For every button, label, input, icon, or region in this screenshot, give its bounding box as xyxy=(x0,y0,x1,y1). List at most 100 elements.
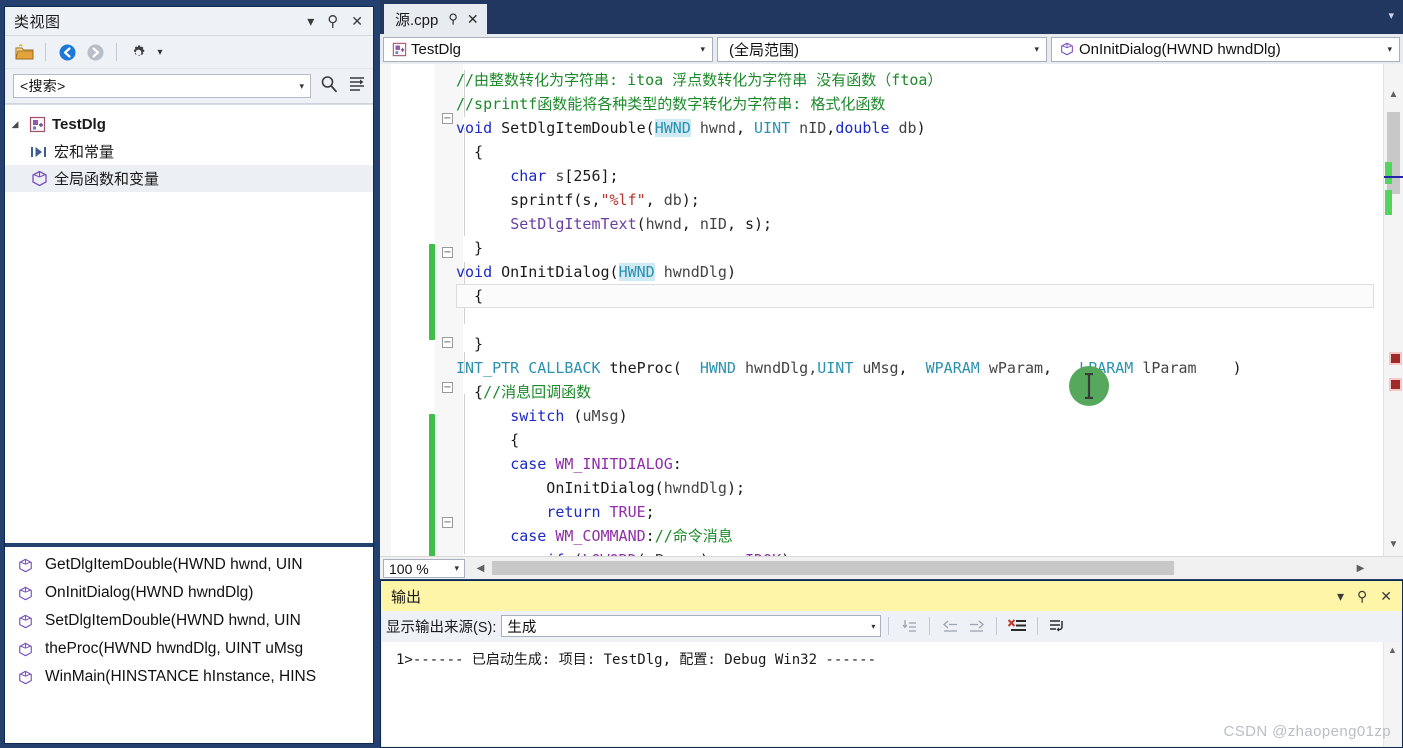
search-icon[interactable] xyxy=(319,74,339,99)
list-item[interactable]: GetDlgItemDouble(HWND hwnd, UIN xyxy=(5,551,373,579)
close-icon[interactable]: ✕ xyxy=(467,11,479,28)
toolbar-separator xyxy=(116,43,117,61)
error-marker xyxy=(1389,378,1402,391)
fold-toggle[interactable]: − xyxy=(442,247,453,258)
navbar-member-dropdown[interactable]: OnInitDialog(HWND hwndDlg) ▾ xyxy=(1051,36,1400,62)
tree-item-testdlg[interactable]: ◢ TestDlg xyxy=(5,111,373,138)
gear-icon[interactable] xyxy=(125,40,151,64)
project-icon xyxy=(389,42,409,57)
output-line: 1>------ 已启动生成: 项目: TestDlg, 配置: Debug W… xyxy=(396,652,877,668)
project-icon xyxy=(25,116,49,133)
back-icon[interactable] xyxy=(54,40,80,64)
chevron-down-icon[interactable]: ▾ xyxy=(1388,9,1394,22)
list-item[interactable]: WinMain(HINSTANCE hInstance, HINS xyxy=(5,663,373,691)
error-marker xyxy=(1389,352,1402,365)
scroll-up-arrow[interactable]: ▲ xyxy=(1384,642,1401,658)
navbar-project-dropdown[interactable]: TestDlg ▾ xyxy=(383,36,713,62)
change-marker xyxy=(1385,162,1392,184)
class-view-titlebar: 类视图 ▾ ⚲ ✕ xyxy=(5,7,373,36)
sort-filter-icon[interactable] xyxy=(347,75,367,98)
zoom-level-selector[interactable]: 100 % ▾ xyxy=(383,559,465,578)
method-icon xyxy=(5,670,45,685)
mouse-cursor-highlight xyxy=(1069,366,1109,406)
navbar-project-label: TestDlg xyxy=(411,40,462,58)
code-text[interactable]: //由整数转化为字符串: itoa 浮点数转化为字符串 没有函数（ftoa） /… xyxy=(456,64,1403,556)
search-input[interactable]: <搜索> ▾ xyxy=(13,74,311,98)
forward-icon xyxy=(82,40,108,64)
class-view-tree[interactable]: ◢ TestDlg 宏和常量 全局函数和变量 xyxy=(5,104,373,543)
list-item-label: WinMain(HINSTANCE hInstance, HINS xyxy=(45,668,317,685)
chevron-down-icon[interactable]: ▾ xyxy=(695,44,710,55)
method-icon xyxy=(1057,42,1077,56)
change-marker xyxy=(1385,190,1392,215)
editor-indicator-margin xyxy=(380,64,391,556)
output-titlebar: 输出 ▾ ⚲ ✕ xyxy=(381,581,1402,611)
list-item-label: GetDlgItemDouble(HWND hwnd, UIN xyxy=(45,556,303,573)
output-title: 输出 xyxy=(391,588,422,606)
method-icon xyxy=(5,558,45,573)
class-view-title: 类视图 xyxy=(14,13,61,31)
tree-item-macros[interactable]: 宏和常量 xyxy=(5,138,373,165)
chevron-down-icon[interactable]: ▾ xyxy=(299,81,308,92)
chevron-down-icon[interactable]: ▾ xyxy=(1337,589,1344,603)
clear-all-icon[interactable] xyxy=(1004,615,1030,637)
scroll-right-arrow[interactable]: ▶ xyxy=(1352,559,1369,577)
tree-item-label: 全局函数和变量 xyxy=(54,171,160,188)
dropdown-caret-icon[interactable]: ▾ xyxy=(153,40,167,64)
previous-message-icon xyxy=(937,615,963,637)
output-source-dropdown[interactable]: 生成 ▾ xyxy=(501,615,882,637)
next-message-icon xyxy=(963,615,989,637)
output-source-value: 生成 xyxy=(507,619,537,636)
list-item-label: OnInitDialog(HWND hwndDlg) xyxy=(45,584,254,601)
fold-toggle[interactable]: − xyxy=(442,113,453,124)
code-editor[interactable]: − − − − − //由整数转化为字符串: itoa 浮点数转化为字符串 没有… xyxy=(380,64,1403,556)
scroll-down-arrow[interactable]: ▼ xyxy=(1384,536,1403,553)
scrollbar-thumb[interactable] xyxy=(492,561,1174,575)
tree-item-label: 宏和常量 xyxy=(54,144,115,161)
fold-toggle[interactable]: − xyxy=(442,517,453,528)
navbar-scope-dropdown[interactable]: (全局范围) ▾ xyxy=(717,36,1047,62)
toggle-wordwrap-icon[interactable] xyxy=(1045,615,1071,637)
toolbar-separator xyxy=(45,43,46,61)
toolbar-separator xyxy=(1037,617,1039,635)
pin-icon[interactable]: ⚲ xyxy=(1357,589,1367,603)
navbar-scope-label: (全局范围) xyxy=(729,41,799,59)
chevron-down-icon[interactable]: ▾ xyxy=(871,622,880,631)
macro-icon xyxy=(27,145,51,159)
chevron-down-icon[interactable]: ▾ xyxy=(454,563,464,574)
jump-to-icon xyxy=(896,615,922,637)
expander-icon[interactable]: ◢ xyxy=(5,119,25,130)
editor-vertical-scrollbar[interactable]: ▲ ▼ xyxy=(1383,64,1403,556)
chevron-down-icon[interactable]: ▾ xyxy=(1029,44,1044,55)
class-view-panel: 类视图 ▾ ⚲ ✕ ▾ <搜索> ▾ ◢ TestDlg 宏和常量 全局函数和变… xyxy=(4,6,374,744)
close-icon[interactable]: ✕ xyxy=(351,14,363,28)
fold-toggle[interactable]: − xyxy=(442,337,453,348)
pin-icon[interactable]: ⚲ xyxy=(327,14,338,29)
list-item[interactable]: theProc(HWND hwndDlg, UINT uMsg xyxy=(5,635,373,663)
editor-horizontal-scrollbar-row: 100 % ▾ ◀ ▶ xyxy=(380,556,1403,579)
zoom-level-value: 100 % xyxy=(389,560,429,577)
fold-toggle[interactable]: − xyxy=(442,382,453,393)
scroll-up-arrow[interactable]: ▲ xyxy=(1384,86,1403,103)
class-view-member-list[interactable]: GetDlgItemDouble(HWND hwnd, UIN OnInitDi… xyxy=(5,547,373,743)
list-item[interactable]: OnInitDialog(HWND hwndDlg) xyxy=(5,579,373,607)
method-icon xyxy=(5,642,45,657)
globals-icon xyxy=(27,170,51,187)
pin-icon[interactable]: ⚲ xyxy=(448,11,458,27)
scroll-left-arrow[interactable]: ◀ xyxy=(472,559,489,577)
editor-region: 源.cpp ⚲ ✕ ▾ TestDlg ▾ (全局范围) ▾ OnInitDia… xyxy=(380,0,1403,748)
chevron-down-icon[interactable]: ▾ xyxy=(307,14,314,28)
class-view-search-row: <搜索> ▾ xyxy=(5,69,373,104)
vs-main-window: 类视图 ▾ ⚲ ✕ ▾ <搜索> ▾ ◢ TestDlg 宏和常量 全局函数和变… xyxy=(0,0,1403,748)
new-folder-icon[interactable] xyxy=(11,40,37,64)
tree-item-globals[interactable]: 全局函数和变量 xyxy=(5,165,373,192)
toolbar-separator xyxy=(888,617,890,635)
tab-source-cpp[interactable]: 源.cpp ⚲ ✕ xyxy=(384,4,487,34)
chevron-down-icon[interactable]: ▾ xyxy=(1382,44,1397,55)
list-item[interactable]: SetDlgItemDouble(HWND hwnd, UIN xyxy=(5,607,373,635)
close-icon[interactable]: ✕ xyxy=(1380,589,1392,603)
editor-navigation-bar: TestDlg ▾ (全局范围) ▾ OnInitDialog(HWND hwn… xyxy=(380,34,1403,64)
list-item-label: theProc(HWND hwndDlg, UINT uMsg xyxy=(45,640,304,657)
class-view-toolbar: ▾ xyxy=(5,36,373,69)
editor-tabstrip: 源.cpp ⚲ ✕ ▾ xyxy=(380,0,1403,34)
